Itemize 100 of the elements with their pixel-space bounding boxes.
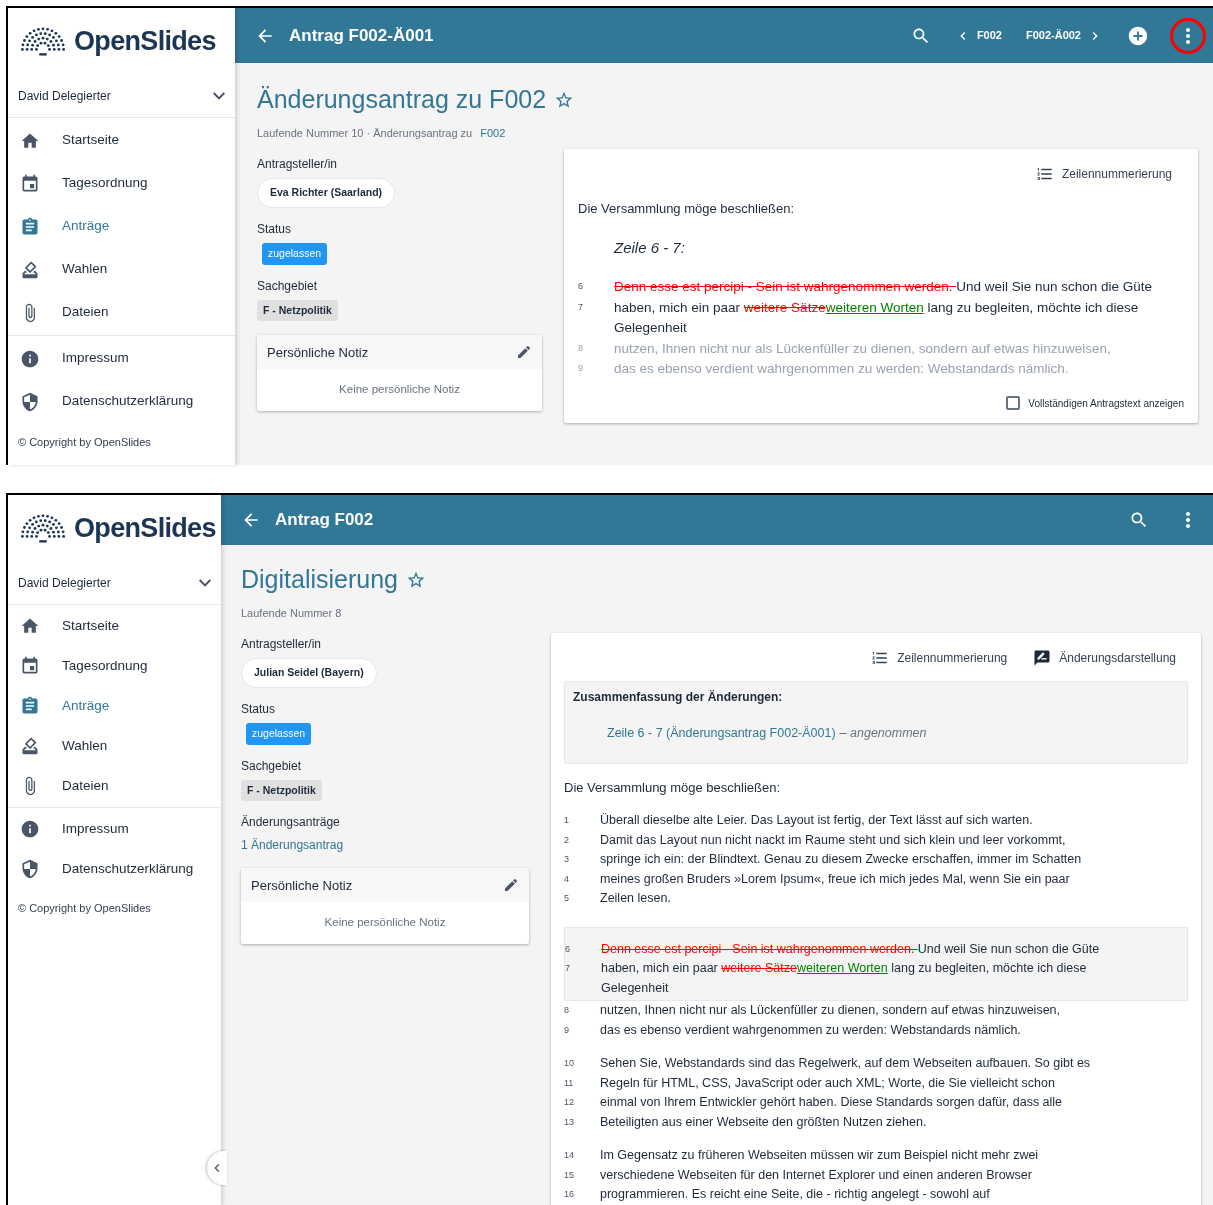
motion-text-line: das es ebenso verdient wahrgenommen zu werden: Webstandards nämlich.	[600, 1021, 1021, 1039]
line-number: 10	[564, 1057, 575, 1071]
search-button[interactable]	[1129, 510, 1149, 530]
preamble-text: Die Versammlung möge beschließen:	[578, 200, 796, 218]
nav-item[interactable]: Impressum	[8, 337, 235, 380]
info-icon	[20, 819, 40, 839]
field-label: Sachgebiet	[241, 757, 302, 775]
note-title: Persönliche Notiz	[251, 876, 353, 895]
change-link[interactable]: Zeile 6 - 7 (Änderungsantrag F002-Ä001)	[607, 724, 836, 743]
menu-button[interactable]	[1173, 20, 1203, 51]
logo-icon	[18, 26, 68, 56]
field-label: Sachgebiet	[257, 277, 318, 295]
motion-text-line: Beteiligten aus einer Webseite den größten Nutzen ziehen.	[600, 1113, 927, 1131]
parent-motion-link[interactable]: F002	[480, 124, 506, 141]
nav-item[interactable]: Startseite	[8, 606, 221, 646]
amendments-link[interactable]: 1 Änderungsantrag	[241, 836, 344, 855]
nav-item[interactable]: Datenschutzerklärung	[8, 849, 221, 889]
nav-item[interactable]: Datenschutzerklärung	[8, 380, 235, 423]
line-number: 15	[564, 1168, 575, 1182]
motion-text-line: Denn esse est percipi - Sein ist wahrgenommen werden. Und weil Sie nun schon die Güte	[614, 278, 1153, 296]
copyright-text: © Copyright by OpenSlides	[17, 435, 152, 450]
line-number: 9	[564, 1023, 570, 1037]
brand-name: OpenSlides	[74, 24, 216, 58]
numbered-list-icon	[871, 649, 890, 667]
line-number: 5	[564, 892, 570, 906]
show-full-text-checkbox[interactable]: Vollständigen Antragstext anzeigen	[578, 395, 1184, 411]
nav-item[interactable]: Dateien	[8, 766, 221, 806]
motion-text-line: nutzen, Ihnen nicht nur als Lückenfüller zu dienen, sondern auf etwas hinzuweisen,	[600, 1002, 1061, 1020]
line-number: 9	[578, 362, 584, 375]
chevron-down-icon	[213, 91, 225, 100]
line-number: 6	[565, 942, 571, 956]
previous-button[interactable]: F002	[954, 27, 1002, 44]
nav-item[interactable]: Anträge	[8, 205, 235, 248]
home-icon	[20, 616, 40, 636]
add-button[interactable]	[1127, 24, 1149, 47]
change-status: – angenommen	[839, 725, 927, 742]
excerpt-heading: Zeile 6 - 7:	[612, 237, 686, 258]
note-title: Persönliche Notiz	[267, 343, 369, 362]
edit-comment-icon	[1033, 649, 1052, 667]
page-title: Antrag F002	[275, 509, 375, 532]
next-button[interactable]: F002-Ä002	[1025, 27, 1103, 44]
ballot-icon	[20, 259, 40, 280]
nav-item[interactable]: Anträge	[8, 686, 221, 726]
status-badge: zugelassen	[262, 242, 328, 265]
line-number: 16	[564, 1188, 575, 1202]
motion-text-line: programmieren. Es reicht eine Seite, die - richtig angelegt - sowohl auf	[600, 1186, 990, 1204]
toolbar-toggle[interactable]: Zeilennummerierung	[1035, 165, 1172, 183]
line-number: 3	[564, 853, 570, 867]
page-title: Antrag F002-Ä001	[289, 24, 435, 47]
user-name: David Delegierter	[18, 574, 111, 592]
edit-button[interactable]	[516, 344, 532, 361]
nav-item[interactable]: Dateien	[8, 291, 235, 334]
nav-item[interactable]: Tagesordnung	[8, 162, 235, 205]
logo-icon	[18, 513, 68, 543]
submitter-chip[interactable]: Julian Seidel (Bayern)	[241, 658, 377, 688]
edit-button[interactable]	[503, 877, 519, 894]
toolbar-toggle[interactable]: Änderungsdarstellung	[1033, 649, 1176, 667]
motion-text-line: Sehen Sie, Webstandards sind das Regelwerk, auf dem Webseiten aufbauen. So gibt es	[600, 1055, 1091, 1073]
motion-text-line: springe ich ein: der Blindtext. Genau zu diesem Zwecke erschaffen, immer im Schatten	[600, 851, 1082, 869]
nav-item[interactable]: Tagesordnung	[8, 646, 221, 686]
motion-title: Digitalisierung	[241, 564, 399, 595]
category-badge: F - Netzpolitik	[241, 779, 322, 802]
motion-text-line: verschiedene Webseiten für den Internet Explorer und einen anderen Browser	[600, 1166, 1032, 1184]
summary-heading: Zusammenfassung der Änderungen:	[573, 689, 784, 706]
motion-text-line: Überall dieselbe alte Leier. Das Layout ist fertig, der Text lässt auf sich warten.	[600, 812, 1033, 830]
toolbar-toggle[interactable]: Zeilennummerierung	[871, 649, 1008, 667]
field-label: Änderungsanträge	[241, 814, 340, 832]
clipboard-icon	[20, 696, 40, 716]
motion-text-line: Denn esse est percipi - Sein ist wahrgenommen werden. Und weil Sie nun schon die Güte	[601, 940, 1100, 958]
pencil-icon	[516, 344, 532, 361]
more-vertical-icon	[1186, 512, 1190, 528]
nav-item[interactable]: Wahlen	[8, 726, 221, 766]
shield-icon	[20, 391, 40, 412]
line-number: 11	[564, 1076, 575, 1090]
nav-item[interactable]: Impressum	[8, 809, 221, 849]
motion-text-line: Zeilen lesen.	[600, 890, 671, 908]
motion-text-line: nutzen, Ihnen nicht nur als Lückenfüller zu dienen, sondern auf etwas hinzuweisen,	[614, 339, 1111, 358]
line-number: 12	[564, 1096, 575, 1110]
note-empty-text: Keine persönliche Notiz	[338, 382, 461, 398]
field-label: Antragsteller/in	[257, 156, 338, 173]
submitter-chip[interactable]: Eva Richter (Saarland)	[257, 178, 396, 208]
line-number: 4	[564, 872, 570, 886]
user-name: David Delegierter	[18, 87, 111, 105]
nav-item[interactable]: Wahlen	[8, 248, 235, 291]
calendar-icon	[20, 656, 40, 676]
motion-text-line: meines großen Bruders »Lorem Ipsum«, freue ich mich jedes Mal, wenn Sie ein paar	[600, 870, 1070, 888]
line-number: 8	[564, 1004, 570, 1018]
subtitle-text: Laufende Nummer 8	[241, 605, 342, 621]
motion-text-line: Regeln für HTML, CSS, JavaScript oder auch XML; Worte, die Sie vielleicht schon	[600, 1074, 1055, 1092]
line-number: 7	[565, 962, 571, 976]
line-number: 7	[578, 300, 584, 314]
numbered-list-icon	[1035, 165, 1054, 183]
line-number: 13	[564, 1115, 575, 1129]
category-badge: F - Netzpolitik	[257, 299, 338, 322]
status-badge: zugelassen	[246, 722, 312, 745]
nav-item[interactable]: Startseite	[8, 119, 235, 162]
copyright-text: © Copyright by OpenSlides	[17, 901, 152, 916]
field-label: Status	[241, 700, 276, 718]
motion-text-line: haben, mich ein paar weitere Sätzeweiteren Worten lang zu begleiten, möchte ich diese Gelegenheit	[614, 298, 1139, 337]
search-icon	[1129, 510, 1149, 530]
